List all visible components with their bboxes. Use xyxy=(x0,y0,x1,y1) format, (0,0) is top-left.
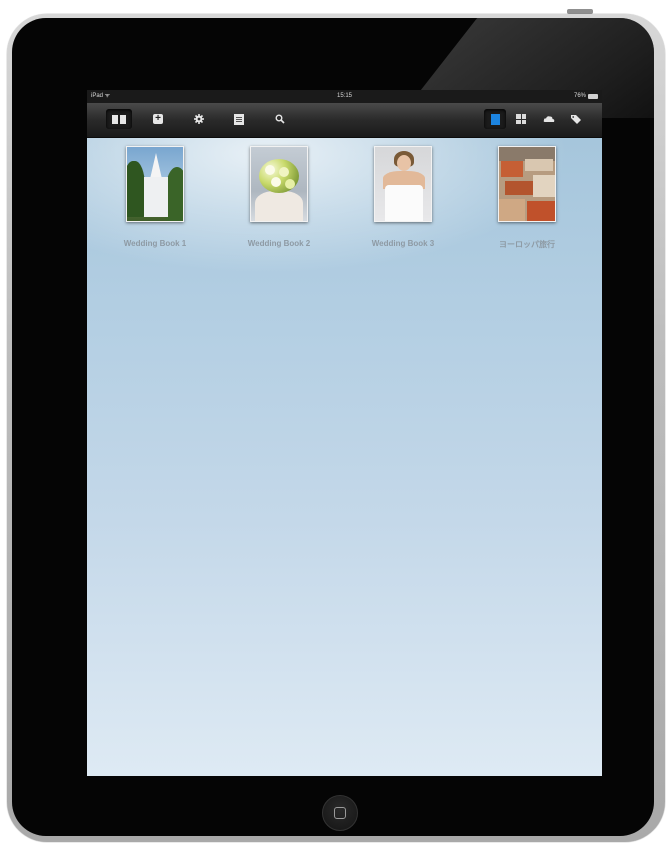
bookshelf-area: Wedding Book 1 Wedding Book 2 Wedding Bo… xyxy=(87,138,602,776)
grid-icon xyxy=(516,114,526,124)
cloud-button[interactable] xyxy=(538,109,560,129)
battery-label: 76% xyxy=(573,93,586,99)
book-title: ヨーロッパ旅行 xyxy=(499,240,555,249)
list-view-button[interactable] xyxy=(484,109,506,129)
tags-button[interactable] xyxy=(565,109,587,129)
book-title: Wedding Book 2 xyxy=(247,239,311,248)
cloud-icon xyxy=(543,114,555,124)
battery-indicator: 76% xyxy=(574,90,598,103)
settings-button[interactable] xyxy=(186,109,212,129)
tag-icon xyxy=(570,114,582,124)
home-button[interactable] xyxy=(322,795,358,831)
note-icon xyxy=(234,113,244,125)
status-bar: iPad ᯤ 15:15 76% xyxy=(87,90,602,103)
search-button[interactable] xyxy=(267,109,293,129)
book-item[interactable]: ヨーロッパ旅行 xyxy=(465,146,589,250)
book-item[interactable]: Wedding Book 3 xyxy=(341,146,465,248)
book-icon xyxy=(112,114,126,124)
screen: iPad ᯤ 15:15 76% + Wedding Book 1 Weddin… xyxy=(87,90,602,776)
toolbar: + xyxy=(87,103,602,138)
book-title: Wedding Book 1 xyxy=(123,239,187,248)
notes-button[interactable] xyxy=(226,109,252,129)
add-button[interactable]: + xyxy=(145,109,171,129)
book-item[interactable]: Wedding Book 2 xyxy=(217,146,341,248)
clock-label: 15:15 xyxy=(336,93,352,99)
book-cover-rooftops[interactable] xyxy=(498,146,556,222)
bookshelf-button[interactable] xyxy=(106,109,132,129)
gear-icon xyxy=(194,114,204,124)
book-cover-bride[interactable] xyxy=(374,146,432,222)
grid-view-button[interactable] xyxy=(510,109,532,129)
book-cover-bouquet[interactable] xyxy=(250,146,308,222)
battery-icon xyxy=(588,94,598,99)
list-view-icon xyxy=(490,113,500,125)
book-item[interactable]: Wedding Book 1 xyxy=(93,146,217,248)
search-icon xyxy=(275,114,285,124)
book-title: Wedding Book 3 xyxy=(371,239,435,248)
book-cover-church[interactable] xyxy=(126,146,184,222)
plus-icon: + xyxy=(153,114,163,124)
